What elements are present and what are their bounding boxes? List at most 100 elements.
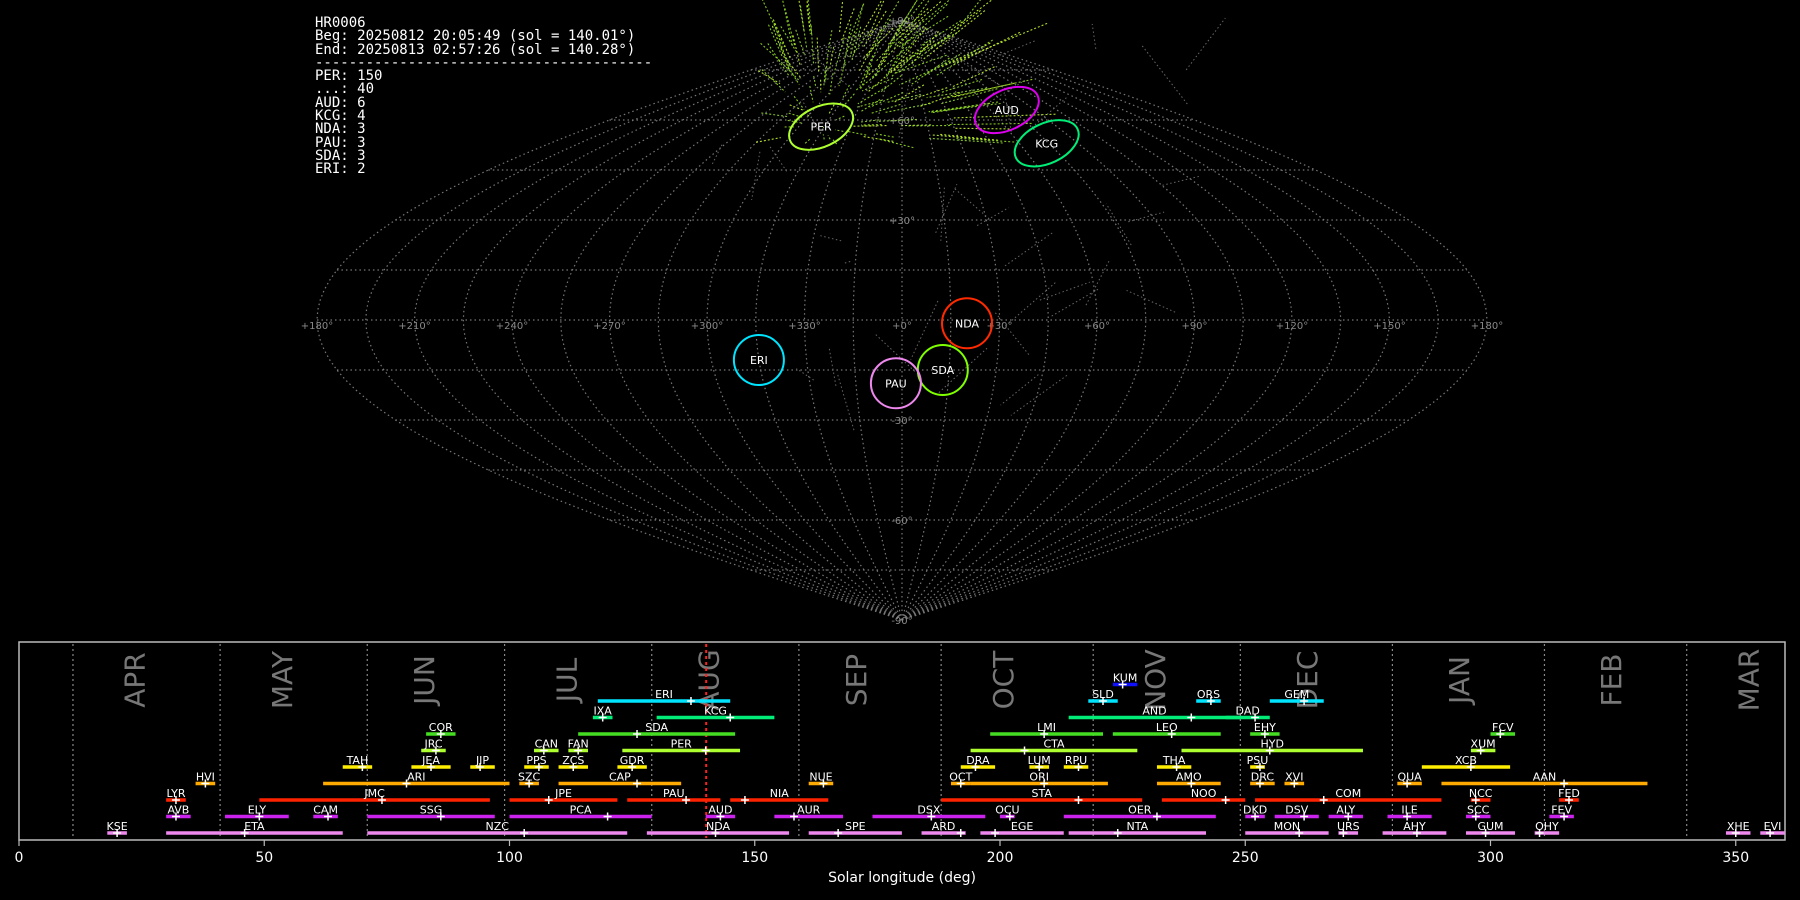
- meteor-trail: [857, 86, 887, 105]
- meteor-trail: [825, 57, 828, 83]
- month-label: MAR: [1732, 649, 1765, 712]
- meteor-trail: [834, 129, 844, 132]
- month-label: APR: [119, 652, 152, 708]
- meteor-trail: [910, 31, 940, 66]
- meteor-trail: [810, 25, 815, 64]
- shower-label: COM: [1335, 787, 1361, 800]
- sporadic-trail: [874, 333, 916, 372]
- shower-label: OCU: [995, 804, 1019, 817]
- meteor-trail: [862, 135, 894, 142]
- shower-label: HVI: [196, 771, 215, 784]
- radiant-label: ERI: [750, 354, 768, 367]
- shower-label: LEO: [1156, 721, 1178, 734]
- meteor-trail: [861, 77, 894, 92]
- shower-label: ORI: [1029, 771, 1049, 784]
- shower-label: EHY: [1254, 721, 1276, 734]
- month-label: JAN: [1443, 656, 1476, 706]
- meteor-trail: [804, 137, 812, 144]
- shower-label: CAN: [535, 738, 558, 751]
- shower-label: SSG: [420, 804, 443, 817]
- meteor-trail: [940, 78, 983, 94]
- shower-label: PCA: [570, 804, 592, 817]
- shower-label: CAP: [609, 771, 631, 784]
- meteor-trail: [847, 130, 867, 136]
- shower-label: EVI: [1764, 820, 1782, 833]
- lon-tick-label: +150°: [1373, 321, 1405, 332]
- lat-tick-label: -30°: [891, 416, 912, 427]
- lon-tick-label: +330°: [788, 321, 820, 332]
- shower-label: NOO: [1191, 787, 1217, 800]
- shower-label: GUM: [1477, 820, 1503, 833]
- sporadic-trail: [935, 184, 958, 233]
- shower-label: ALY: [1336, 804, 1355, 817]
- shower-label: ZCS: [562, 754, 584, 767]
- radiant-label: AUD: [995, 104, 1019, 117]
- shower-label: PSU: [1247, 754, 1269, 767]
- sporadic-trail: [976, 207, 1009, 227]
- month-label: NOV: [1139, 649, 1172, 711]
- meteor-trail: [897, 35, 950, 74]
- shower-label: SDA: [645, 721, 668, 734]
- sporadic-trail: [820, 235, 842, 242]
- lat-tick-label: +30°: [889, 216, 915, 227]
- radiant-label: SDA: [931, 364, 954, 377]
- sky-grid: +180° +150° +120° +90° +60° +30° +0° +330° +300°…: [301, 16, 1503, 627]
- meteor-trail: [761, 69, 786, 93]
- shower-label: FAN: [568, 738, 589, 751]
- meteor-trail: [859, 55, 874, 86]
- meteor-trail: [780, 26, 798, 54]
- shower-label: NUE: [809, 771, 832, 784]
- radiant-label: PAU: [885, 377, 907, 390]
- meteor-trail: [840, 8, 855, 42]
- x-axis: 0 50 100 150 200 250 300 350: [15, 840, 1749, 866]
- lon-tick-label: +90°: [1181, 321, 1207, 332]
- shower-label: ERI: [655, 688, 673, 701]
- shower-label: FEV: [1551, 804, 1572, 817]
- x-tick-label: 250: [1232, 850, 1259, 866]
- shower-label: NDA: [706, 820, 731, 833]
- x-tick-label: 0: [15, 850, 24, 866]
- meteor-trail: [954, 127, 1010, 130]
- shower-label: SLD: [1092, 688, 1114, 701]
- sporadic-trail: [1162, 175, 1202, 186]
- shower-label: FCV: [1492, 721, 1514, 734]
- shower-label: URS: [1337, 820, 1360, 833]
- shower-label: OCT: [949, 771, 972, 784]
- sporadic-trail: [828, 346, 837, 386]
- meteor-trail: [816, 37, 820, 74]
- shower-label: EGE: [1011, 820, 1033, 833]
- shower-label: AUR: [797, 804, 821, 817]
- shower-label: PER: [671, 738, 693, 751]
- shower-label: OHY: [1535, 820, 1559, 833]
- shower-label: NCC: [1469, 787, 1493, 800]
- shower-label: PAU: [663, 787, 685, 800]
- radiant-markers: PER AUD KCG NDA SDA PAU ERI: [732, 85, 1080, 410]
- shower-label: XHE: [1727, 820, 1750, 833]
- shower-label: DRC: [1251, 771, 1275, 784]
- shower-label: ETA: [244, 820, 265, 833]
- sporadic-trail: [1039, 281, 1090, 301]
- shower-label: QUA: [1397, 771, 1422, 784]
- shower-label: SZC: [518, 771, 541, 784]
- x-tick-label: 50: [255, 850, 273, 866]
- shower-label: JIP: [475, 754, 489, 767]
- shower-label: RPU: [1065, 754, 1087, 767]
- shower-label: JMC: [363, 787, 385, 800]
- shower-label: GEM: [1284, 688, 1309, 701]
- shower-label: IXA: [594, 705, 613, 718]
- sporadic-trail: [711, 144, 723, 165]
- meteor-trail: [782, 0, 794, 48]
- shower-label: JEA: [421, 754, 440, 767]
- meteor-trail: [761, 0, 785, 48]
- shower-label: STA: [1032, 787, 1053, 800]
- lon-tick-label: +300°: [691, 321, 723, 332]
- meteor-trail: [931, 134, 987, 141]
- meteor-trail: [866, 18, 891, 58]
- shower-label: PPS: [526, 754, 546, 767]
- shower-label: ARD: [932, 820, 956, 833]
- meteor-trail: [946, 122, 1032, 126]
- sporadic-trail: [1085, 260, 1110, 306]
- shower-label: AHY: [1403, 820, 1426, 833]
- month-label: OCT: [987, 650, 1020, 710]
- shower-label: KSE: [107, 820, 128, 833]
